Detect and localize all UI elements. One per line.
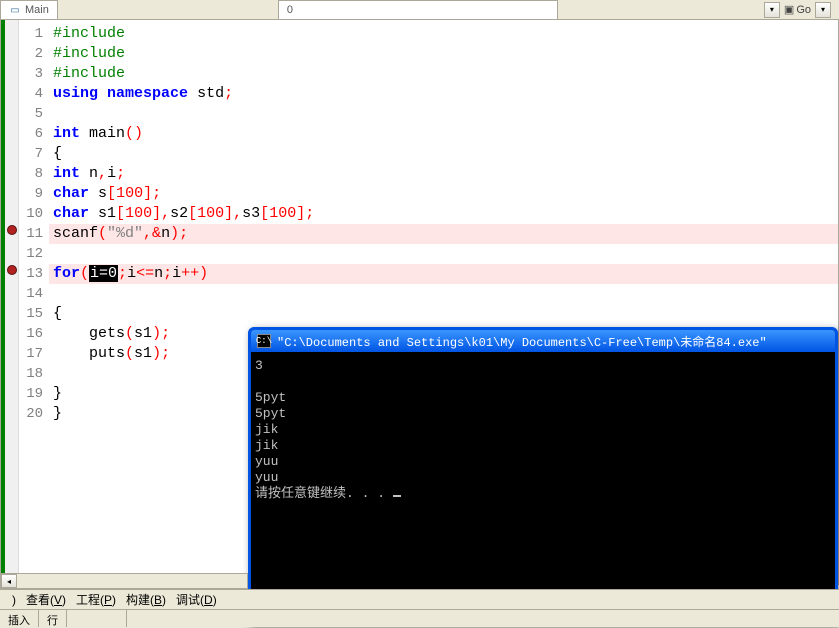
scroll-left-icon[interactable]: ◂ <box>1 574 17 588</box>
go-icon: ▣ <box>784 3 794 16</box>
status-col <box>67 610 127 627</box>
combo-field[interactable]: 0 <box>278 0 558 19</box>
menu-debug[interactable]: 调试(D) <box>172 589 221 610</box>
console-window[interactable]: C:\ "C:\Documents and Settings\k01\My Do… <box>248 327 838 627</box>
breakpoint-icon[interactable] <box>7 265 17 275</box>
line-number-gutter: 1234567891011121314151617181920 <box>19 20 49 585</box>
breakpoint-gutter[interactable] <box>5 20 19 585</box>
go-dropdown-icon[interactable]: ▾ <box>815 2 831 18</box>
dropdown-arrow-icon[interactable]: ▾ <box>764 2 780 18</box>
console-titlebar[interactable]: C:\ "C:\Documents and Settings\k01\My Do… <box>251 330 835 352</box>
tab-label: Main <box>25 4 49 16</box>
status-line-label: 行 <box>39 610 67 627</box>
console-title-text: "C:\Documents and Settings\k01\My Docume… <box>277 333 767 350</box>
console-icon: C:\ <box>257 334 271 348</box>
combo-value: 0 <box>287 4 293 16</box>
bottom-menu-bar: ) 查看(V) 工程(P) 构建(B) 调试(D) <box>0 589 839 609</box>
file-icon: ▭ <box>9 4 21 16</box>
breakpoint-icon[interactable] <box>7 225 17 235</box>
horizontal-scrollbar[interactable]: ◂ <box>0 573 248 589</box>
tab-right-controls: ▾ ▣ Go ▾ <box>764 0 839 19</box>
file-tab[interactable]: ▭ Main <box>0 0 58 19</box>
console-output: 3 5pyt 5pyt jik jik yuu yuu 请按任意键继续. . . <box>251 352 835 508</box>
go-label: Go <box>796 4 811 16</box>
menu-view[interactable]: 查看(V) <box>22 589 70 610</box>
tab-bar: ▭ Main 0 ▾ ▣ Go ▾ <box>0 0 839 20</box>
menu-close-icon[interactable]: ) <box>8 591 20 609</box>
status-bar: 插入 行 <box>0 609 839 627</box>
go-button[interactable]: ▣ Go <box>784 3 811 16</box>
status-insert-mode: 插入 <box>0 610 39 627</box>
menu-project[interactable]: 工程(P) <box>72 589 120 610</box>
menu-build[interactable]: 构建(B) <box>122 589 170 610</box>
